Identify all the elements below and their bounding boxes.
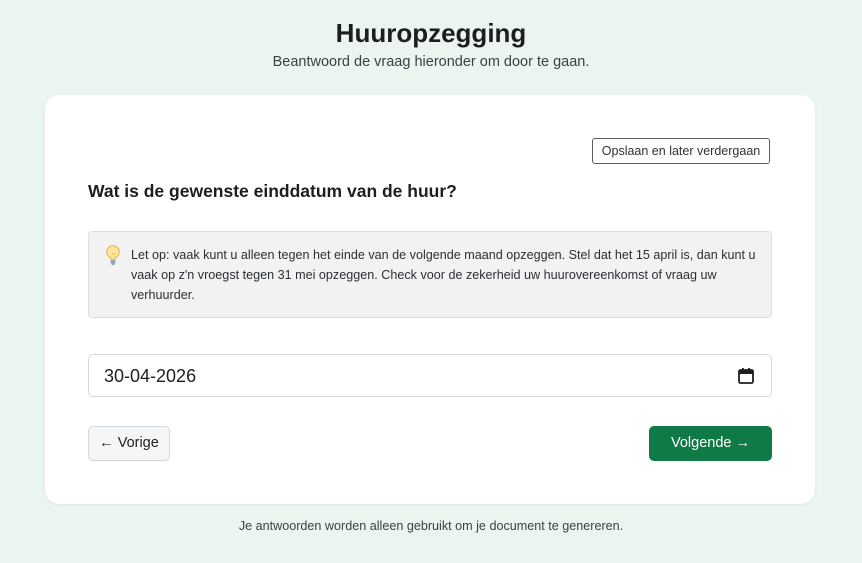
hint-text: Let op: vaak kunt u alleen tegen het ein…	[131, 248, 756, 302]
end-date-input[interactable]: 30-04-2026	[88, 354, 772, 397]
question-card: Opslaan en later verdergaan Wat is de ge…	[45, 95, 815, 504]
question-heading: Wat is de gewenste einddatum van de huur…	[88, 181, 457, 201]
end-date-value: 30-04-2026	[104, 366, 197, 386]
calendar-icon[interactable]	[737, 367, 755, 385]
hint-box: Let op: vaak kunt u alleen tegen het ein…	[88, 231, 772, 318]
footer-note: Je antwoorden worden alleen gebruikt om …	[238, 519, 624, 533]
lightbulb-icon	[105, 244, 121, 266]
page-subtitle: Beantwoord de vraag hieronder om door te…	[272, 54, 590, 70]
save-and-continue-later-button[interactable]: Opslaan en later verdergaan	[592, 138, 770, 164]
next-button[interactable]: Volgende →	[649, 426, 772, 461]
previous-button[interactable]: ← Vorige	[88, 426, 170, 461]
page-title: Huuropzegging	[335, 18, 527, 48]
